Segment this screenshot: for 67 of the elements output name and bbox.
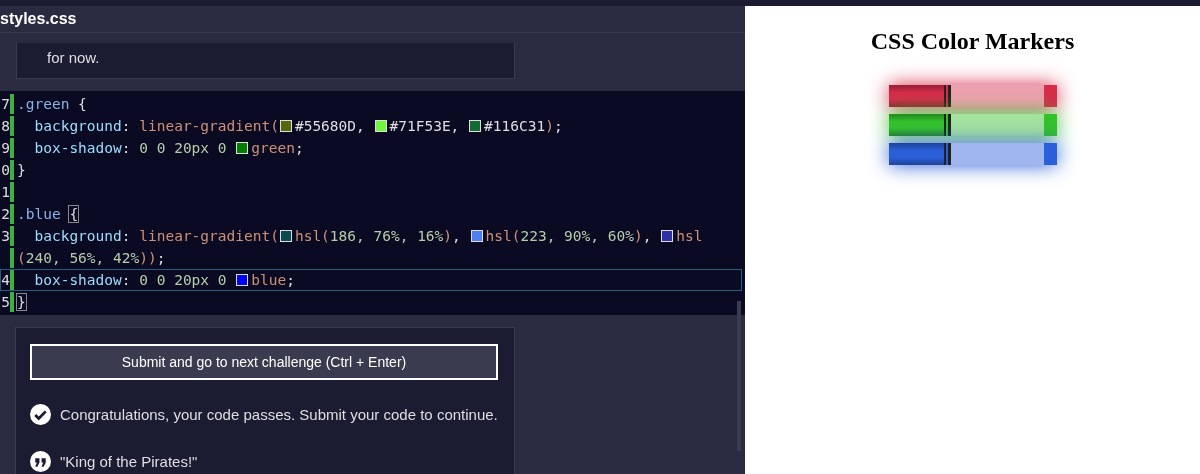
color-swatch[interactable]	[236, 142, 249, 154]
code-editor[interactable]	[0, 91, 745, 315]
code-token: box-shadow	[33, 272, 122, 288]
line-number: 9	[1, 140, 10, 156]
check-icon	[30, 404, 51, 425]
code-token: :	[121, 272, 132, 288]
code-token: ;	[286, 272, 295, 288]
code-token: linear-gradient(	[139, 118, 279, 134]
code-token: {	[77, 96, 87, 112]
code-token: hsl(	[294, 228, 330, 244]
color-swatch[interactable]	[279, 230, 292, 242]
color-swatch[interactable]	[661, 230, 674, 242]
code-token: 0 0 20px 0	[139, 272, 228, 288]
code-token: box-shadow	[33, 140, 122, 156]
code-token: blue	[251, 272, 287, 288]
line-number: 5	[1, 294, 10, 310]
code-token: background	[33, 228, 122, 244]
code-token: (	[17, 250, 26, 266]
code-token: 186, 76%, 16%	[329, 228, 444, 244]
color-swatch[interactable]	[469, 120, 482, 132]
color-swatch[interactable]	[236, 274, 249, 286]
code-token: ,	[452, 228, 462, 244]
code-token: #71F53E	[389, 118, 451, 134]
code-token: :	[121, 228, 132, 244]
code-token: 240, 56%, 42%	[25, 250, 140, 266]
line-number: 3	[1, 228, 10, 244]
line-number: 1	[1, 184, 10, 200]
code-token: ))	[139, 250, 157, 266]
code-token: ,	[642, 228, 653, 244]
code-token: ;	[553, 118, 563, 134]
code-token: .green	[17, 96, 70, 112]
code-token: ;	[156, 250, 166, 266]
code-token: }	[17, 162, 26, 178]
code-token: ,	[450, 118, 461, 134]
message-text: Congratulations, your code passes. Submit your code to continue.	[60, 406, 498, 423]
color-swatch[interactable]	[279, 120, 292, 132]
code-token: )	[545, 118, 554, 134]
code-token: {	[69, 206, 79, 222]
code-token: hsl(	[485, 228, 521, 244]
code-token: )	[633, 228, 643, 244]
code-token: green	[251, 140, 295, 156]
code-token: }	[17, 294, 26, 310]
code-token: )	[443, 228, 453, 244]
code-token: :	[121, 118, 132, 134]
color-swatch[interactable]	[470, 230, 483, 242]
code-token: .blue	[17, 206, 62, 222]
preview-title: CSS Color Markers	[870, 28, 1075, 55]
message-text: "King of the Pirates!"	[60, 453, 198, 470]
code-token: #116C31	[484, 118, 546, 134]
code-token: ;	[294, 140, 304, 156]
submit-button[interactable]: Submit and go to next challenge (Ctrl + Enter)	[30, 344, 498, 380]
instructions-text: for now.	[47, 49, 100, 66]
color-swatch[interactable]	[374, 120, 387, 132]
code-token: ,	[356, 118, 366, 134]
file-tab[interactable]: styles.css	[0, 10, 77, 27]
code-token: 223, 90%, 60%	[520, 228, 634, 244]
code-token: hsl	[676, 228, 703, 244]
line-number: 2	[1, 206, 10, 222]
code-token: :	[121, 140, 132, 156]
code-token: background	[33, 118, 122, 134]
line-number: 4	[1, 272, 10, 288]
line-number: 7	[1, 96, 10, 112]
line-number: 0	[1, 162, 10, 178]
line-number: 8	[1, 118, 10, 134]
code-token: #55680D	[294, 118, 357, 134]
code-token: 0 0 20px 0	[139, 140, 228, 156]
code-token: linear-gradient(	[139, 228, 279, 244]
